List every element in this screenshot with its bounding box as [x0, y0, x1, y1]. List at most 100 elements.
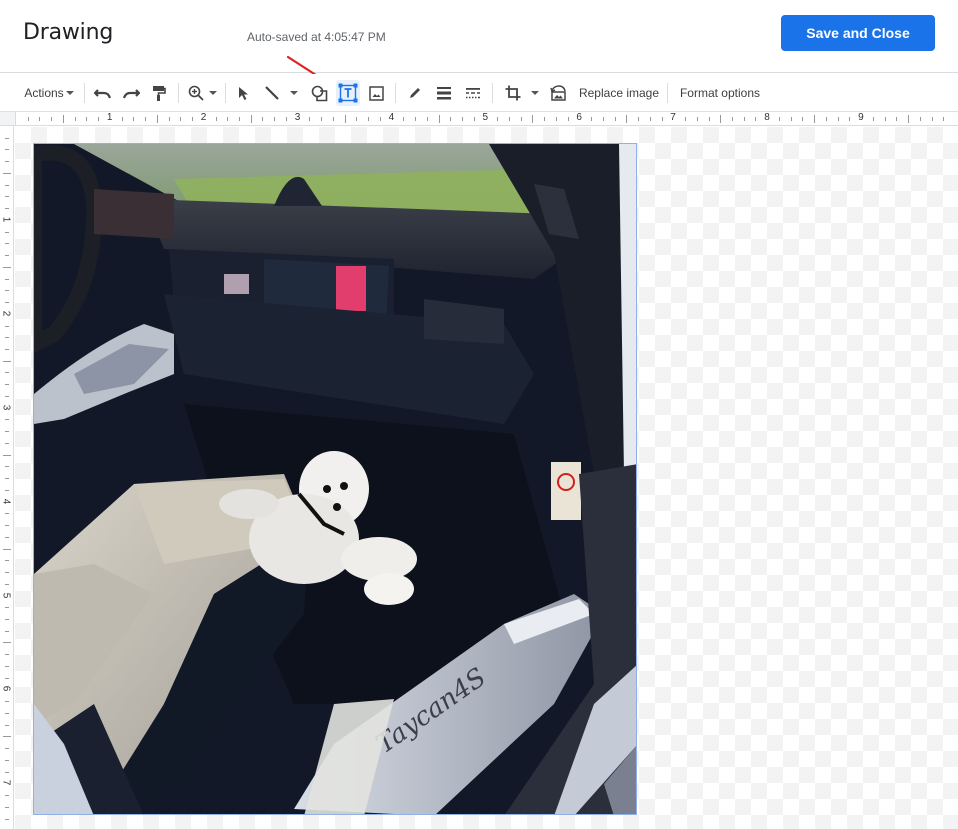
- ruler-tick: [602, 117, 604, 121]
- select-tool[interactable]: [233, 74, 255, 112]
- border-color-button[interactable]: [404, 74, 426, 112]
- border-dash-button[interactable]: [462, 74, 484, 112]
- ruler-tick: [5, 630, 9, 632]
- ruler-tick: [5, 243, 9, 245]
- replace-image-button[interactable]: Replace image: [574, 74, 664, 112]
- ruler-tick: [156, 115, 158, 123]
- ruler-label: 2: [0, 310, 12, 317]
- vertical-ruler[interactable]: 1 2 3 4 5 6 7: [0, 126, 14, 829]
- ruler-tick: [5, 724, 9, 726]
- ruler-tick: [5, 137, 9, 139]
- ruler-tick: [3, 548, 11, 550]
- header: Drawing Auto-saved at 4:05:47 PM Save an…: [0, 0, 958, 73]
- ruler-label: 6: [576, 112, 582, 123]
- ruler-tick: [5, 748, 9, 750]
- ruler-tick: [778, 117, 780, 121]
- ruler-tick: [849, 117, 851, 121]
- ruler-tick: [27, 117, 29, 121]
- ruler-tick: [5, 665, 9, 667]
- border-dash-icon: [466, 88, 480, 99]
- border-weight-button[interactable]: [433, 74, 455, 112]
- line-tool[interactable]: [261, 74, 283, 112]
- toolbar-divider: [178, 83, 179, 103]
- crop-options-dropdown[interactable]: [527, 74, 543, 112]
- ruler-tick: [5, 560, 9, 562]
- ruler-tick: [473, 117, 475, 121]
- ruler-label: 5: [0, 592, 12, 598]
- ruler-tick: [790, 117, 792, 121]
- shape-tool[interactable]: [307, 74, 331, 112]
- ruler-tick: [872, 117, 874, 121]
- horizontal-ruler[interactable]: 1 2 3 4 5 6 7 8 9: [16, 112, 958, 126]
- ruler-tick: [39, 117, 41, 121]
- ruler-tick: [285, 117, 287, 121]
- ruler-tick: [567, 117, 569, 121]
- ruler-tick: [5, 349, 9, 350]
- ruler-tick: [86, 117, 88, 121]
- ruler-tick: [532, 115, 534, 123]
- ruler-tick: [121, 117, 123, 121]
- replace-image-label: Replace image: [578, 86, 660, 100]
- ruler-tick: [145, 117, 147, 121]
- ruler-label: 9: [858, 112, 864, 123]
- ruler-tick: [74, 117, 76, 121]
- toolbar-divider: [667, 83, 668, 103]
- ruler-label: 6: [0, 686, 12, 692]
- format-options-button[interactable]: Format options: [674, 74, 766, 112]
- ruler-label: 4: [0, 498, 12, 504]
- ruler-tick: [5, 442, 9, 444]
- ruler-tick: [415, 117, 417, 121]
- undo-button[interactable]: [91, 74, 115, 112]
- ruler-tick: [62, 115, 64, 123]
- pencil-icon: [410, 88, 420, 98]
- ruler-tick: [896, 117, 898, 121]
- ruler-tick: [3, 360, 11, 362]
- image-icon: [368, 85, 384, 101]
- drawing-title: Drawing: [23, 20, 114, 45]
- ruler-tick: [638, 117, 640, 121]
- ruler-label: 2: [200, 112, 207, 123]
- ruler-label: 3: [0, 404, 12, 410]
- ruler-tick: [133, 117, 135, 121]
- chevron-down-icon: [208, 91, 217, 95]
- ruler-tick: [5, 583, 9, 585]
- actions-menu[interactable]: Actions: [18, 74, 80, 112]
- reset-image-button[interactable]: [547, 74, 569, 112]
- ruler-tick: [5, 208, 9, 210]
- ruler-tick: [5, 337, 9, 339]
- zoom-menu[interactable]: [184, 74, 220, 112]
- ruler-tick: [3, 642, 11, 644]
- ruler-tick: [802, 117, 804, 121]
- ruler-label: 3: [294, 112, 301, 123]
- ruler-tick: [555, 117, 557, 121]
- reset-image-icon: [549, 85, 566, 101]
- ruler-tick: [814, 115, 816, 123]
- autosave-status: Auto-saved at 4:05:47 PM: [247, 30, 386, 44]
- ruler-tick: [5, 290, 9, 292]
- ruler-tick: [5, 478, 9, 480]
- paint-format-button[interactable]: [147, 74, 171, 112]
- redo-button[interactable]: [119, 74, 143, 112]
- crop-button[interactable]: [502, 74, 524, 112]
- actions-label: Actions: [24, 86, 64, 100]
- toolbar: Actions Replace image Format options: [0, 74, 958, 112]
- inserted-photo[interactable]: Taycan4S: [33, 143, 637, 815]
- ruler-tick: [3, 454, 11, 456]
- image-tool[interactable]: [365, 74, 387, 112]
- text-box-icon: [338, 83, 358, 103]
- ruler-tick: [5, 384, 9, 386]
- ruler-tick: [497, 117, 499, 121]
- ruler-tick: [379, 117, 381, 121]
- text-box-tool[interactable]: [336, 80, 360, 106]
- save-and-close-button[interactable]: Save and Close: [781, 15, 935, 51]
- line-options-dropdown[interactable]: [286, 74, 302, 112]
- ruler-tick: [626, 115, 628, 123]
- ruler-tick: [708, 117, 710, 121]
- toolbar-divider: [84, 83, 85, 103]
- crop-icon: [505, 85, 521, 101]
- ruler-tick: [5, 806, 9, 808]
- toolbar-divider: [395, 83, 396, 103]
- ruler-tick: [5, 607, 9, 609]
- ruler-tick: [591, 117, 593, 121]
- border-weight-icon: [437, 87, 451, 100]
